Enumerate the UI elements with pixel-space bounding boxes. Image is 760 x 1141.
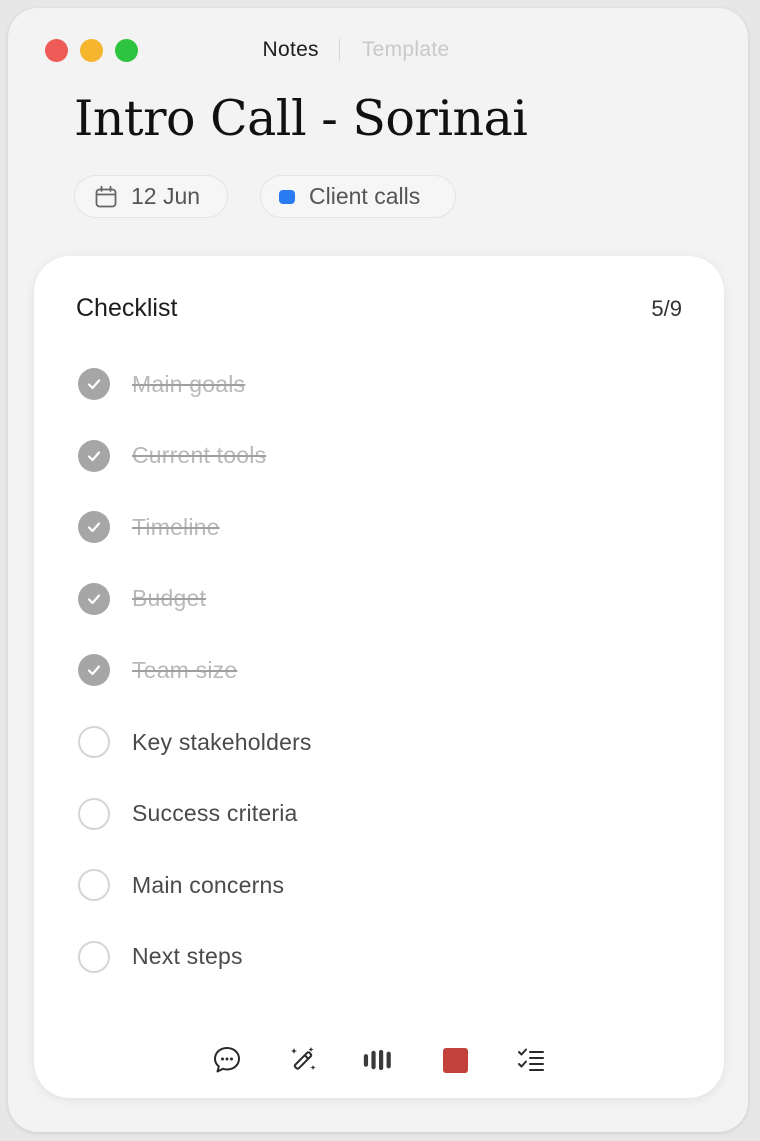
unchecked-checkbox-icon[interactable] xyxy=(78,797,110,830)
checked-checkbox-icon[interactable] xyxy=(78,654,110,687)
checkmark-icon xyxy=(87,450,101,461)
checklist-item[interactable]: Budget xyxy=(78,581,206,617)
checklist-card: Checklist 5/9 Main goals Current tools Tim… xyxy=(34,256,724,1098)
date-chip[interactable]: 12 Jun xyxy=(74,175,228,218)
checklist-item-label: Budget xyxy=(132,585,207,612)
chat-bubble-icon xyxy=(214,1047,240,1073)
checklist-icon xyxy=(518,1048,544,1071)
chat-button[interactable] xyxy=(211,1044,243,1076)
checked-checkbox-icon[interactable] xyxy=(78,582,110,615)
checklist-item[interactable]: Team size xyxy=(78,652,237,688)
folder-label: Client calls xyxy=(309,183,421,209)
folder-color-icon xyxy=(279,189,295,204)
checklist-toggle-button[interactable] xyxy=(515,1044,547,1076)
folder-chip[interactable]: Client calls xyxy=(260,175,456,218)
checklist-progress-count: 5/9 xyxy=(651,296,682,321)
checklist-item[interactable]: Main concerns xyxy=(78,867,284,903)
checklist-item[interactable]: Key stakeholders xyxy=(78,724,312,760)
checked-checkbox-icon[interactable] xyxy=(78,368,110,400)
checklist-item-label: Main concerns xyxy=(132,871,285,898)
unchecked-checkbox-icon[interactable] xyxy=(78,940,110,973)
magic-wand-icon xyxy=(291,1047,316,1070)
checklist-item-label: Timeline xyxy=(132,513,220,540)
audio-bars-icon xyxy=(363,1049,391,1071)
date-label: 12 Jun xyxy=(131,183,201,209)
ai-enhance-button[interactable] xyxy=(287,1044,319,1076)
stop-recording-button[interactable] xyxy=(439,1044,471,1076)
checklist-item-label: Success criteria xyxy=(132,800,298,827)
checked-checkbox-icon[interactable] xyxy=(78,511,110,544)
bottom-toolbar xyxy=(34,1044,724,1076)
calendar-icon xyxy=(95,185,117,207)
note-title[interactable]: Intro Call - Sorinai xyxy=(74,90,528,147)
checklist-item[interactable]: Current tools xyxy=(78,438,266,474)
checklist-item[interactable]: Timeline xyxy=(78,509,220,545)
tab-divider xyxy=(338,39,340,61)
checkmark-icon xyxy=(87,379,101,390)
checklist-item-label: Current tools xyxy=(132,442,267,469)
tab-template[interactable]: Template xyxy=(362,38,450,62)
checklist-item-label: Next steps xyxy=(132,943,243,970)
unchecked-checkbox-icon[interactable] xyxy=(78,869,110,902)
checklist-item-label: Key stakeholders xyxy=(132,728,312,755)
app-window: Notes Template Intro Call - Sorinai 12 J… xyxy=(8,8,748,1132)
checkmark-icon xyxy=(87,522,101,533)
stop-recording-icon xyxy=(442,1047,468,1073)
audio-levels-button[interactable] xyxy=(363,1044,395,1076)
checklist-item[interactable]: Next steps xyxy=(78,939,243,975)
checkmark-icon xyxy=(87,665,101,676)
checklist-item-label: Main goals xyxy=(132,370,246,397)
checked-checkbox-icon[interactable] xyxy=(78,439,110,472)
unchecked-checkbox-icon[interactable] xyxy=(78,726,110,758)
tab-notes[interactable]: Notes xyxy=(263,38,319,62)
checklist-item[interactable]: Success criteria xyxy=(78,796,298,832)
checklist-item[interactable]: Main goals xyxy=(78,366,245,402)
view-tabs: Notes Template xyxy=(8,38,748,62)
checkmark-icon xyxy=(87,594,101,604)
checklist-item-label: Team size xyxy=(132,656,238,683)
checklist-title: Checklist xyxy=(76,294,178,322)
